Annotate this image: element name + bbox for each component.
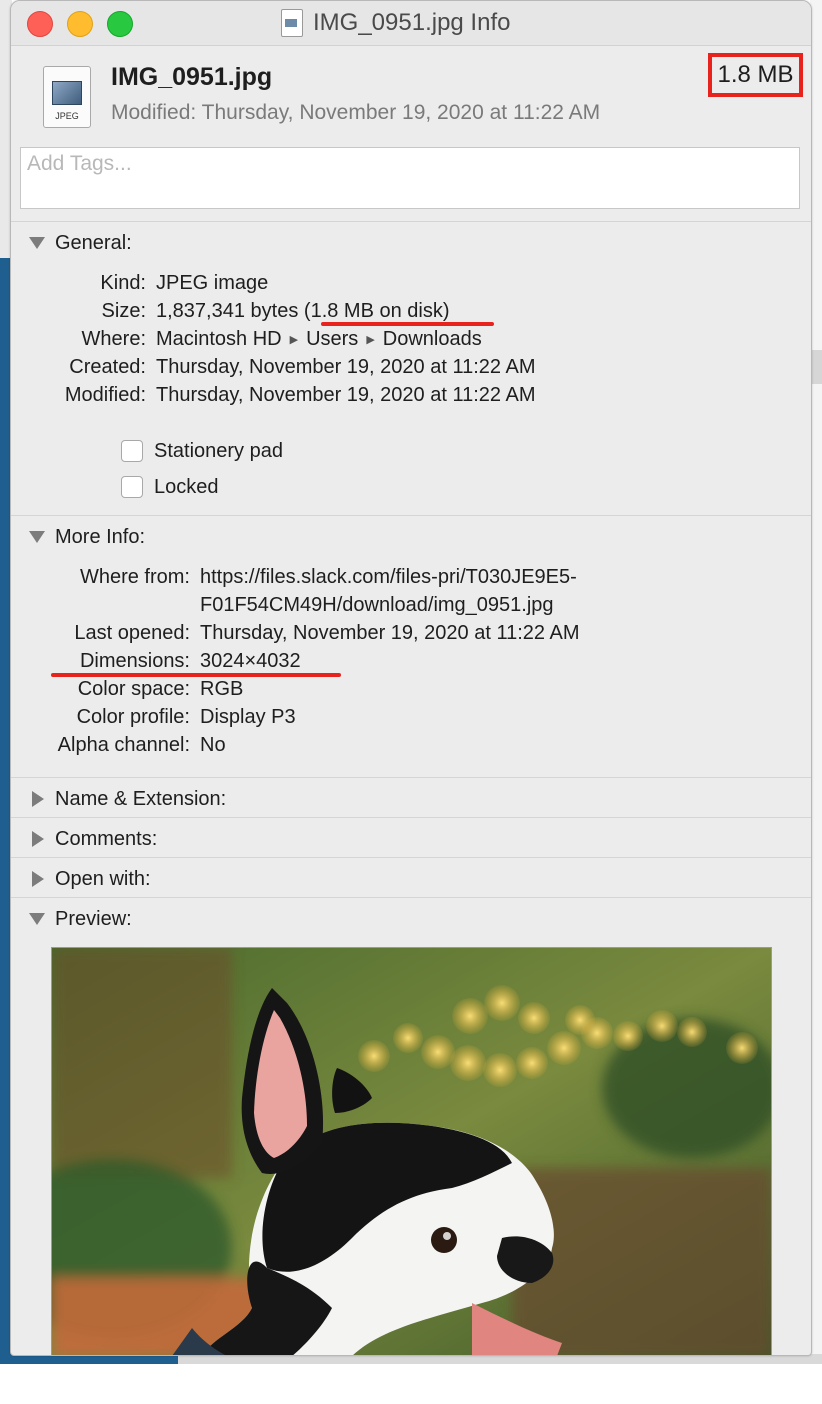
file-modified-date: Modified: Thursday, November 19, 2020 at… [111,101,601,124]
path-arrow-icon: ▶ [289,334,299,346]
divider [11,857,811,858]
jpeg-file-icon [281,9,303,37]
disclosure-triangle-expanded-icon [29,237,45,249]
alpha-channel-value: No [200,734,226,756]
color-profile-row: Color profile: [11,706,190,732]
section-preview-title: Preview: [55,907,132,930]
color-space-row: Color space: [11,678,190,704]
disclosure-triangle-collapsed-icon [32,791,44,807]
close-button[interactable] [27,11,53,37]
last-opened-value: Thursday, November 19, 2020 at 11:22 AM [200,622,580,644]
kind-label: Kind: [100,272,146,294]
divider [11,515,811,516]
tags-input[interactable] [21,148,793,180]
disclosure-triangle-collapsed-icon [32,871,44,887]
alpha-channel-row: Alpha channel: [11,734,190,760]
where-path: Macintosh HD ▶ Users ▶ Downloads [156,328,482,351]
section-general-toggle[interactable]: General: [29,229,132,257]
size-label: Size: [101,300,146,322]
tags-field[interactable] [20,147,800,209]
divider [11,897,811,898]
modified-value: Thursday, November 19, 2020 at 11:22 AM [156,384,536,406]
kind-value: JPEG image [156,272,269,294]
where-from-label: Where from: [79,566,190,588]
color-space-value: RGB [200,678,244,700]
disclosure-triangle-expanded-icon [29,913,45,925]
section-general-title: General: [55,231,132,254]
where-label: Where: [81,328,146,350]
disclosure-triangle-collapsed-icon [32,831,44,847]
section-comments-title: Comments: [55,827,158,850]
where-row: Where: [11,328,146,354]
where-from-row: Where from: [11,566,190,592]
divider [11,221,811,222]
section-more-info-toggle[interactable]: More Info: [29,523,145,551]
annotation-underline-size [321,322,494,326]
path-component: Macintosh HD [156,328,282,350]
color-space-label: Color space: [77,678,190,700]
minimize-button[interactable] [67,11,93,37]
section-open-with-title: Open with: [55,867,151,890]
file-size-highlighted: 1.8 MB [708,53,803,97]
locked-label: Locked [154,475,219,498]
stationery-pad-checkbox[interactable] [121,440,143,462]
stationery-pad-label: Stationery pad [154,439,283,462]
path-component: Downloads [382,328,482,350]
stationery-pad-checkbox-row[interactable]: Stationery pad [121,438,283,464]
last-opened-row: Last opened: [11,622,190,648]
section-more-info-title: More Info: [55,525,146,548]
modified-row: Modified: [11,384,146,410]
where-from-value-line1: https://files.slack.com/files-pri/T030JE… [200,566,577,588]
window-title: IMG_0951.jpg Info [281,7,510,39]
kind-row: Kind: [11,272,146,298]
size-bytes: 1,837,341 bytes [156,300,299,322]
dimensions-value: 3024×4032 [200,650,301,672]
jpeg-file-icon: JPEG [43,66,91,128]
locked-checkbox-row[interactable]: Locked [121,474,219,500]
window-title-text: IMG_0951.jpg Info [313,9,511,36]
size-value: 1,837,341 bytes (1.8 MB on disk) [156,300,450,323]
path-arrow-icon: ▶ [366,334,375,346]
file-name: IMG_0951.jpg [111,63,273,91]
size-on-disk: (1.8 MB on disk) [303,300,450,322]
section-name-extension-title: Name & Extension: [55,787,227,810]
disclosure-triangle-expanded-icon [29,531,45,543]
path-component: Users [306,328,359,350]
annotation-underline-dimensions [51,673,341,677]
section-preview-toggle[interactable]: Preview: [29,905,132,933]
created-value: Thursday, November 19, 2020 at 11:22 AM [156,356,536,378]
dog-photo-preview [52,948,771,1355]
section-name-extension-toggle[interactable]: Name & Extension: [29,785,226,813]
created-label: Created: [69,356,146,378]
divider [11,777,811,778]
zoom-button[interactable] [107,11,133,37]
alpha-channel-label: Alpha channel: [57,734,190,756]
size-row: Size: [11,300,146,326]
created-row: Created: [11,356,146,382]
modified-label: Modified: [64,384,146,406]
title-bar[interactable]: IMG_0951.jpg Info [11,1,811,46]
color-profile-value: Display P3 [200,706,296,728]
divider [11,817,811,818]
locked-checkbox[interactable] [121,476,143,498]
info-window: IMG_0951.jpg Info JPEG IMG_0951.jpg Modi… [10,0,812,1356]
last-opened-label: Last opened: [74,622,190,644]
file-icon-label: JPEG [55,111,79,121]
where-from-value-line2: F01F54CM49H/download/img_0951.jpg [200,594,554,616]
section-open-with-toggle[interactable]: Open with: [29,865,151,893]
color-profile-label: Color profile: [76,706,190,728]
image-thumbnail-icon [52,81,82,105]
image-preview [51,947,772,1355]
dimensions-label: Dimensions: [79,650,190,672]
section-comments-toggle[interactable]: Comments: [29,825,157,853]
